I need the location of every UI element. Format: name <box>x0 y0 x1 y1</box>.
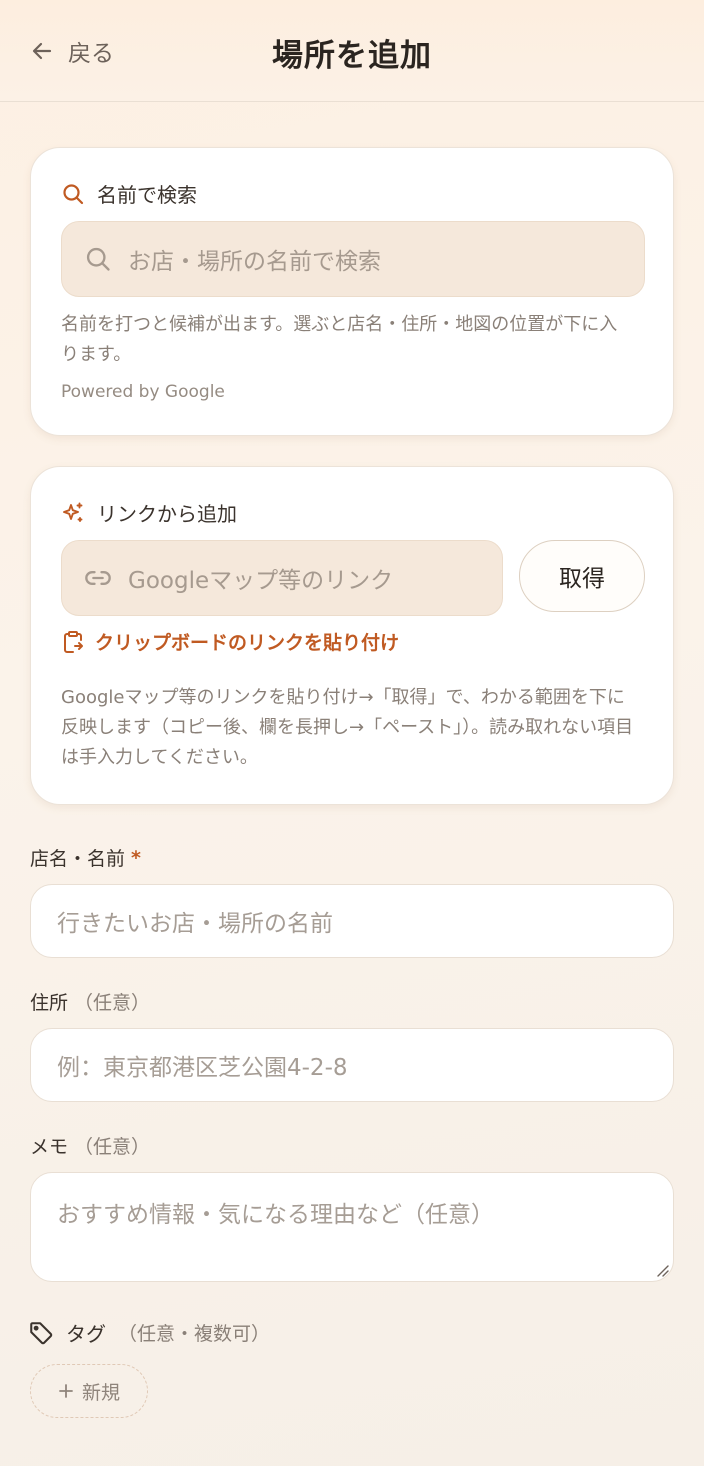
search-help-line: ります。 <box>61 344 132 365</box>
add-from-link-card: リンクから追加 Googleマップ等のリンク 取得 クリップボードのリンクを貼り… <box>30 466 674 805</box>
tags-label-text: タグ <box>66 1322 106 1346</box>
link-icon <box>85 571 111 585</box>
memo-textarea[interactable]: おすすめ情報・気になる理由など（任意） <box>30 1172 674 1282</box>
new-tag-button[interactable]: 新規 <box>30 1364 148 1418</box>
sparkle-icon <box>63 502 83 522</box>
name-field-label: 店名・名前 * <box>30 844 141 871</box>
link-card-heading: リンクから追加 <box>61 498 237 527</box>
top-bar: 戻る 場所を追加 <box>0 0 704 102</box>
name-label-text: 店名・名前 <box>30 848 126 870</box>
map-link-input[interactable]: Googleマップ等のリンク <box>61 540 503 616</box>
name-input[interactable]: 行きたいお店・場所の名前 <box>30 884 674 958</box>
link-help-line: は手入力してください。 <box>61 747 258 768</box>
search-icon <box>86 247 110 271</box>
search-card-heading: 名前で検索 <box>61 179 197 208</box>
required-mark: * <box>131 846 141 869</box>
name-input-placeholder: 行きたいお店・場所の名前 <box>57 911 333 937</box>
paste-clipboard-link-button[interactable]: クリップボードのリンクを貼り付け <box>61 628 399 655</box>
search-help-line: 名前を打つと候補が出ます。選ぶと店名・住所・地図の位置が下に入 <box>61 314 618 335</box>
place-search-placeholder: お店・場所の名前で検索 <box>128 249 381 275</box>
search-by-name-card: 名前で検索 お店・場所の名前で検索 名前を打つと候補が出ます。選ぶと店名・住所・… <box>30 147 674 436</box>
optional-mark: （任意・複数可） <box>118 1323 271 1345</box>
address-input-placeholder: 例：東京都港区芝公園4-2-8 <box>57 1055 348 1081</box>
search-icon <box>63 183 84 204</box>
tags-field-label: タグ （任意・複数可） <box>28 1318 270 1347</box>
place-search-input[interactable]: お店・場所の名前で検索 <box>61 221 645 297</box>
search-card-title: 名前で検索 <box>97 183 197 207</box>
address-field-label: 住所 （任意） <box>30 988 150 1015</box>
memo-label-text: メモ <box>30 1136 69 1158</box>
link-help-line: Googleマップ等のリンクを貼り付け→「取得」で、わかる範囲を下に <box>61 687 625 708</box>
search-help-text: 名前を打つと候補が出ます。選ぶと店名・住所・地図の位置が下に入 ります。 <box>61 310 651 370</box>
map-link-placeholder: Googleマップ等のリンク <box>128 568 394 594</box>
page-title: 場所を追加 <box>272 38 432 74</box>
address-label-text: 住所 <box>30 992 69 1014</box>
new-tag-label: 新規 <box>81 1381 120 1404</box>
address-input[interactable]: 例：東京都港区芝公園4-2-8 <box>30 1028 674 1102</box>
link-help-line: 反映します（コピー後、欄を長押し→「ペースト」）。読み取れない項目 <box>61 717 634 738</box>
link-help-text: Googleマップ等のリンクを貼り付け→「取得」で、わかる範囲を下に 反映します… <box>61 683 651 773</box>
fetch-button[interactable]: 取得 <box>519 540 645 612</box>
link-card-title: リンクから追加 <box>97 502 237 526</box>
optional-mark: （任意） <box>74 992 151 1014</box>
tag-icon <box>30 1321 53 1344</box>
optional-mark: （任意） <box>74 1136 151 1158</box>
powered-by-google: Powered by Google <box>61 382 225 402</box>
paste-clipboard-link-label: クリップボードのリンクを貼り付け <box>95 632 400 654</box>
memo-placeholder: おすすめ情報・気になる理由など（任意） <box>57 1202 494 1228</box>
resize-handle-icon[interactable] <box>655 1263 669 1277</box>
memo-field-label: メモ （任意） <box>30 1132 150 1159</box>
clipboard-icon <box>64 630 83 653</box>
plus-icon <box>59 1384 73 1398</box>
